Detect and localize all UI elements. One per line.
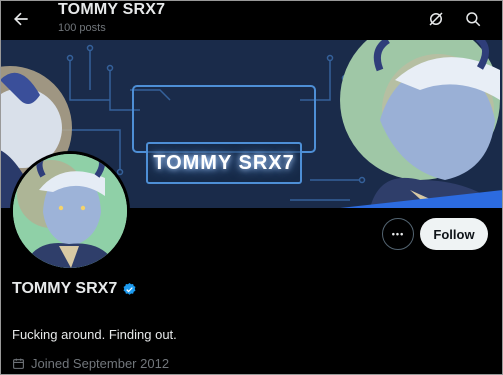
name-row: TOMMY SRX7 (12, 280, 137, 298)
search-button[interactable] (461, 7, 485, 31)
verified-badge-icon[interactable] (122, 282, 137, 297)
arrow-left-icon (14, 12, 28, 26)
profile-bio: Fucking around. Finding out. (12, 327, 177, 342)
banner-title: TOMMY SRX7 (146, 142, 302, 184)
more-options-button[interactable]: ••• (382, 218, 414, 250)
avatar-artwork (13, 154, 127, 268)
search-icon (466, 12, 481, 27)
display-name: TOMMY SRX7 (12, 280, 118, 297)
grok-button[interactable] (424, 7, 448, 31)
profile-header: TOMMY SRX7 100 posts (0, 0, 503, 40)
header-title: TOMMY SRX7 (58, 1, 166, 18)
joined-date: Joined September 2012 (12, 356, 169, 371)
avatar[interactable] (10, 151, 130, 271)
joined-text: Joined September 2012 (31, 356, 170, 371)
follow-button[interactable]: Follow (420, 218, 488, 250)
calendar-icon (13, 358, 24, 369)
grok-icon (429, 12, 443, 26)
back-button[interactable] (8, 6, 34, 32)
more-options-icon: ••• (391, 229, 405, 239)
avatar-image (13, 154, 127, 268)
post-count: 100 posts (58, 22, 106, 34)
